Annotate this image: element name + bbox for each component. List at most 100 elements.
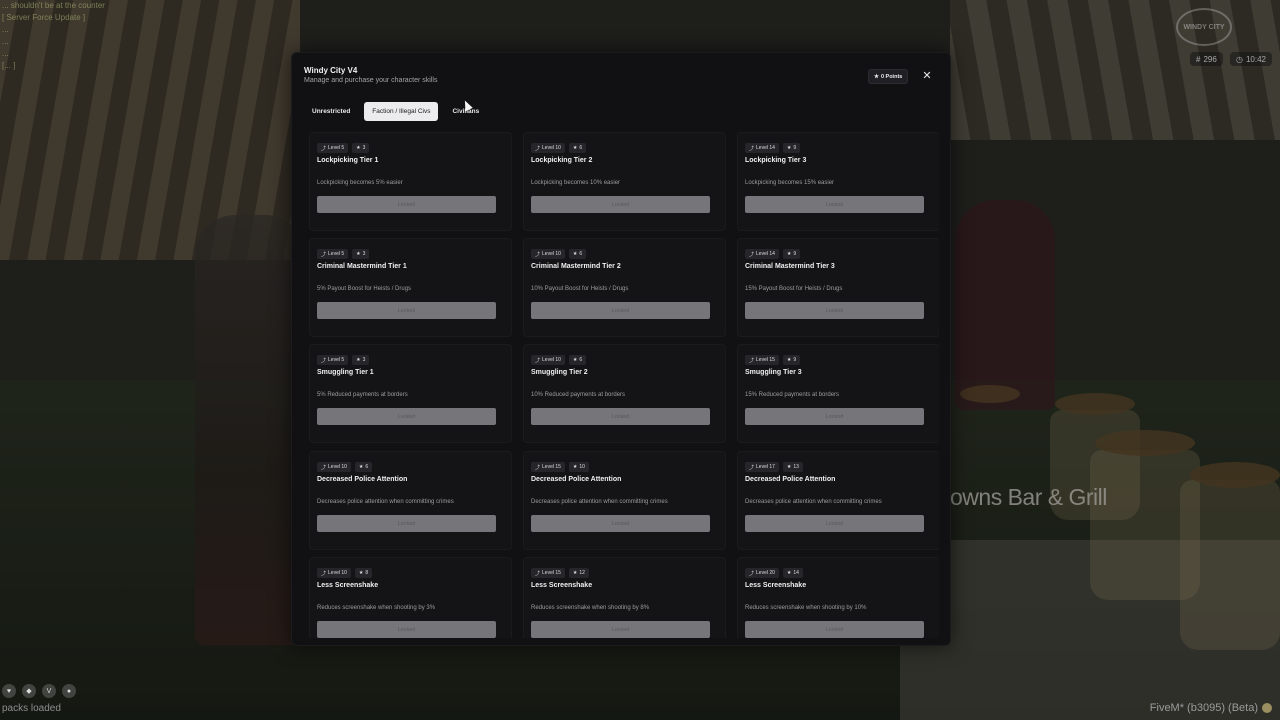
cost-label: 12: [579, 570, 585, 576]
locked-button[interactable]: Locked: [745, 302, 924, 319]
skill-name: Lockpicking Tier 3: [745, 157, 807, 164]
skill-name: Criminal Mastermind Tier 2: [531, 263, 621, 270]
level-label: Level 10: [542, 251, 561, 257]
cost-label: 6: [579, 251, 583, 257]
skill-card: ⤴ Level 5 ★ 3 Criminal Mastermind Tier 1 5% P…: [309, 238, 512, 337]
skill-card: ⤴ Level 14 ★ 9 Lockpicking Tier 3 Lockpicking…: [737, 132, 939, 231]
skill-description: Decreases police attention when committi…: [531, 499, 668, 505]
skill-badges: ⤴ Level 10 ★ 8: [317, 568, 373, 578]
star-icon: ★: [572, 251, 578, 257]
locked-button[interactable]: Locked: [531, 196, 710, 213]
locked-button[interactable]: Locked: [317, 621, 496, 638]
skill-badges: ⤴ Level 14 ★ 9: [745, 143, 801, 153]
level-icon: ⤴: [321, 251, 327, 258]
skill-description: Reduces screenshake when shooting by 10%: [745, 605, 867, 611]
skill-name: Criminal Mastermind Tier 3: [745, 263, 835, 270]
cost-badge: ★ 6: [568, 249, 587, 259]
hash-icon: #: [1196, 54, 1201, 64]
skill-card: ⤴ Level 10 ★ 6 Criminal Mastermind Tier 2 10%…: [523, 238, 726, 337]
star-icon: ★: [356, 251, 361, 257]
bar-sign: owns Bar & Grill: [950, 484, 1107, 510]
level-badge: ⤴ Level 10: [531, 249, 565, 259]
cost-badge: ★ 6: [568, 143, 587, 153]
cost-badge: ★ 9: [782, 355, 801, 365]
skill-description: 15% Payout Boost for Heists / Drugs: [745, 286, 843, 292]
level-badge: ⤴ Level 10: [317, 568, 351, 578]
skill-description: Reduces screenshake when shooting by 8%: [531, 605, 650, 611]
points-label: 0 Points: [880, 73, 903, 80]
locked-button[interactable]: Locked: [531, 302, 710, 319]
star-icon: ★: [572, 570, 578, 576]
locked-button[interactable]: Locked: [531, 621, 710, 638]
skill-card: ⤴ Level 15 ★ 9 Smuggling Tier 3 15% Reduced p…: [737, 344, 939, 443]
level-icon: ⤴: [749, 251, 755, 258]
skill-badges: ⤴ Level 10 ★ 6: [531, 249, 587, 259]
skill-card: ⤴ Level 14 ★ 9 Criminal Mastermind Tier 3 15%…: [737, 238, 939, 337]
skill-name: Criminal Mastermind Tier 1: [317, 263, 407, 270]
locked-button[interactable]: Locked: [745, 408, 924, 425]
clock-icon: ◷: [1236, 54, 1243, 64]
close-icon[interactable]: ✕: [920, 69, 934, 83]
level-badge: ⤴ Level 14: [745, 249, 779, 259]
cost-badge: ★ 9: [782, 143, 801, 153]
locked-button[interactable]: Locked: [317, 515, 496, 532]
skill-name: Less Screenshake: [317, 582, 379, 589]
star-icon: ★: [572, 464, 578, 470]
cost-badge: ★ 3: [352, 143, 370, 153]
client-status-icon: [1262, 703, 1272, 713]
skills-modal: Windy City V4 Manage and purchase your c…: [291, 52, 951, 646]
locked-button[interactable]: Locked: [745, 621, 924, 638]
skill-name: Lockpicking Tier 1: [317, 157, 379, 164]
level-badge: ⤴ Level 15: [531, 568, 565, 578]
skill-badges: ⤴ Level 5 ★ 3: [317, 143, 370, 153]
level-badge: ⤴ Level 20: [745, 568, 779, 578]
star-icon: ★: [358, 464, 364, 470]
server-logo: WINDY CITY: [1176, 8, 1232, 46]
chat-line: ...: [2, 25, 9, 34]
status-icons: ♥ ◆ V ●: [2, 684, 76, 698]
skill-card: ⤴ Level 10 ★ 6 Decreased Police Attention Dec…: [309, 451, 512, 550]
skill-name: Less Screenshake: [745, 582, 807, 589]
skill-card: ⤴ Level 10 ★ 6 Smuggling Tier 2 10% Reduced p…: [523, 344, 726, 443]
level-label: Level 15: [756, 357, 775, 363]
level-label: Level 10: [542, 145, 561, 151]
level-icon: ⤴: [321, 357, 327, 364]
star-icon: ★: [572, 357, 578, 363]
locked-button[interactable]: Locked: [317, 196, 496, 213]
level-label: Level 15: [542, 570, 561, 576]
level-badge: ⤴ Level 14: [745, 143, 779, 153]
chat-line: ... shouldn't be at the counter: [2, 1, 105, 10]
chat-line: ...: [2, 37, 9, 46]
locked-button[interactable]: Locked: [531, 515, 710, 532]
voice-icon: V: [42, 684, 56, 698]
level-icon: ⤴: [321, 570, 327, 577]
cost-label: 6: [579, 145, 583, 151]
level-badge: ⤴ Level 5: [317, 355, 349, 365]
star-icon: ★: [786, 251, 792, 257]
locked-button[interactable]: Locked: [317, 408, 496, 425]
level-label: Level 5: [328, 145, 345, 151]
level-label: Level 15: [542, 464, 561, 470]
category-tabs: Unrestricted Faction / Illegal Civs Civi…: [304, 102, 487, 121]
skill-name: Smuggling Tier 3: [745, 369, 802, 376]
skill-name: Decreased Police Attention: [531, 476, 622, 483]
cost-label: 9: [793, 357, 797, 363]
tab-unrestricted[interactable]: Unrestricted: [304, 102, 358, 121]
skill-card: ⤴ Level 20 ★ 14 Less Screenshake Reduces scre…: [737, 557, 939, 638]
tab-faction-illegal-civs[interactable]: Faction / Illegal Civs: [364, 102, 439, 121]
skill-description: Lockpicking becomes 10% easier: [531, 180, 621, 186]
skill-badges: ⤴ Level 10 ★ 6: [531, 355, 587, 365]
level-label: Level 14: [756, 251, 775, 257]
locked-button[interactable]: Locked: [531, 408, 710, 425]
skill-description: Lockpicking becomes 15% easier: [745, 180, 835, 186]
modal-subtitle: Manage and purchase your character skill…: [304, 77, 438, 84]
skill-badges: ⤴ Level 14 ★ 9: [745, 249, 801, 259]
locked-button[interactable]: Locked: [745, 196, 924, 213]
locked-button[interactable]: Locked: [317, 302, 496, 319]
modal-title: Windy City V4: [304, 66, 358, 75]
star-icon: ★: [786, 570, 792, 576]
level-icon: ⤴: [749, 357, 755, 364]
locked-button[interactable]: Locked: [745, 515, 924, 532]
cost-label: 14: [793, 570, 799, 576]
packs-status: packs loaded: [2, 703, 61, 714]
